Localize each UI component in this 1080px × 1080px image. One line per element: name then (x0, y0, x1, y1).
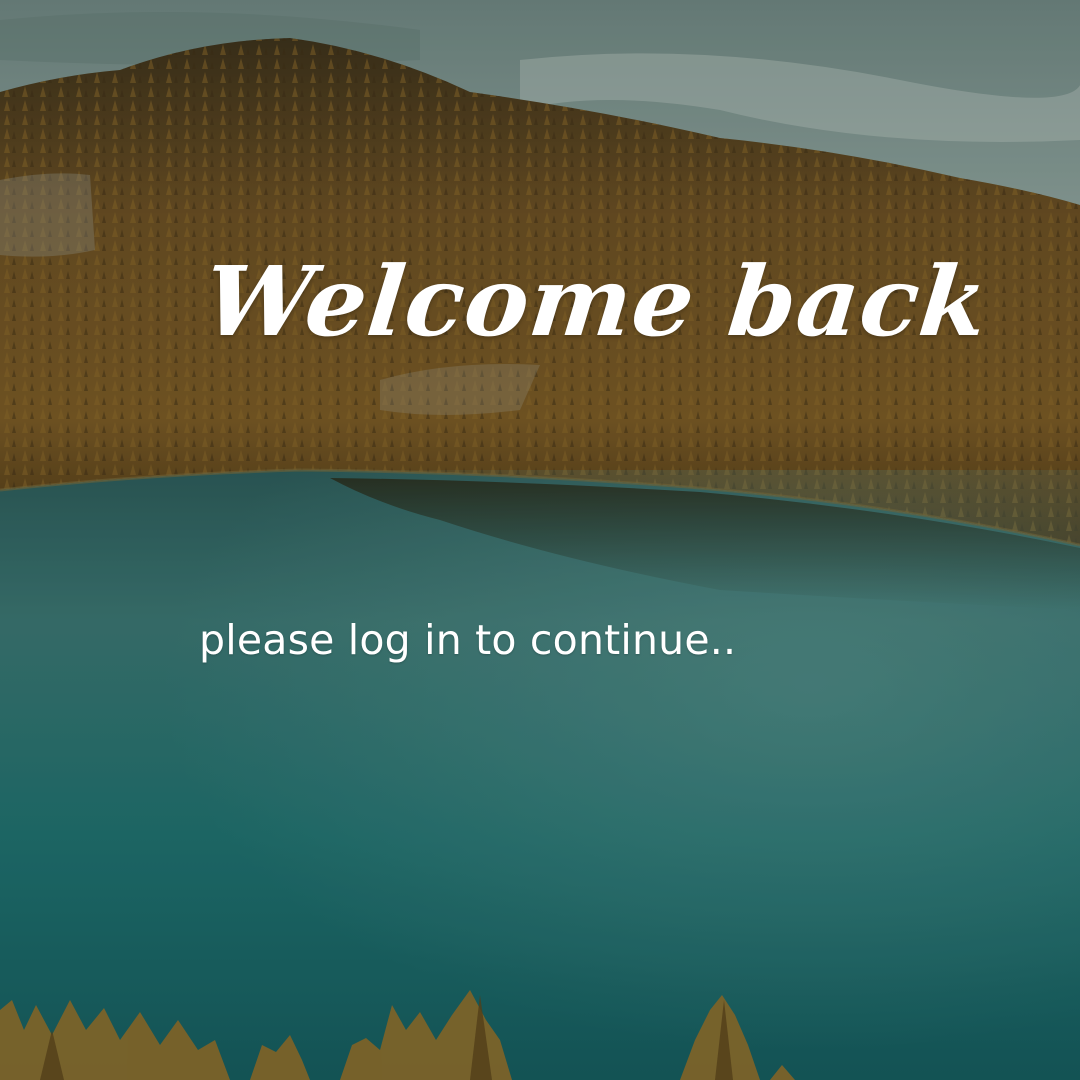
login-prompt-text: please log in to continue.. (199, 616, 737, 664)
welcome-heading: Welcome back (199, 245, 994, 358)
background-landscape-image (0, 0, 1080, 1080)
login-welcome-screen: Welcome back please log in to continue.. (0, 0, 1080, 1080)
